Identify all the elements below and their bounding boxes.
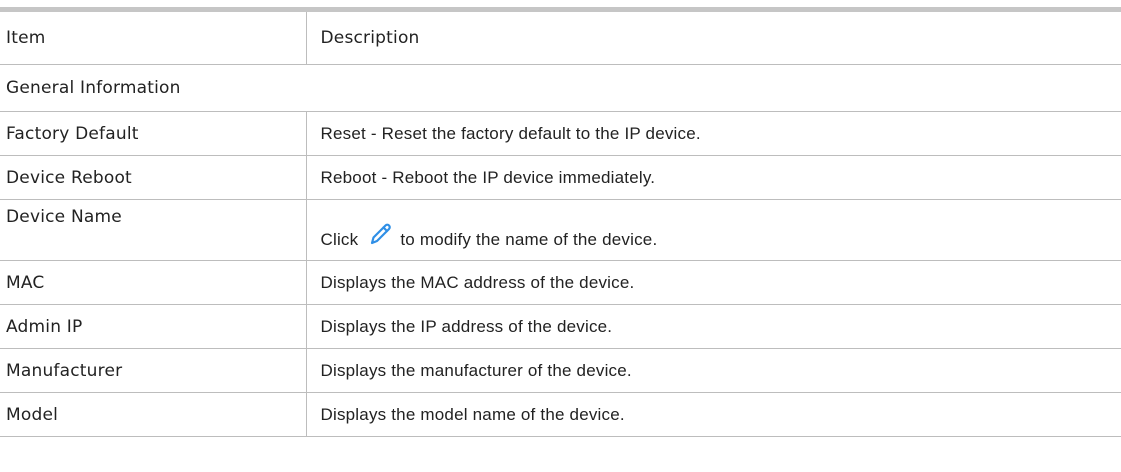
item-cell: Device Name — [0, 199, 307, 261]
table-header-row: Item Description — [0, 7, 1121, 65]
item-cell: Admin IP — [0, 304, 307, 349]
section-title: General Information — [0, 64, 1121, 112]
item-cell: MAC — [0, 260, 307, 305]
description-cell: Displays the IP address of the device. — [306, 304, 1121, 349]
item-cell: Model — [0, 392, 307, 437]
description-cell: Displays the manufacturer of the device. — [306, 348, 1121, 393]
description-cell: Displays the model name of the device. — [306, 392, 1121, 437]
table-row: Device Name Click to modify the name of … — [0, 199, 1121, 261]
spec-table-container: Item Description General Information Fac… — [0, 7, 1121, 437]
header-description: Description — [306, 7, 1121, 65]
table-row: Factory Default Reset - Reset the factor… — [0, 111, 1121, 156]
item-cell: Factory Default — [0, 111, 307, 156]
description-text-after: to modify the name of the device. — [400, 230, 658, 249]
table-row: Admin IP Displays the IP address of the … — [0, 304, 1121, 349]
pencil-edit-icon — [366, 221, 394, 249]
description-cell: Reboot - Reboot the IP device immediatel… — [306, 155, 1121, 200]
item-cell: Device Reboot — [0, 155, 307, 200]
table-row: Manufacturer Displays the manufacturer o… — [0, 348, 1121, 393]
description-cell: Displays the MAC address of the device. — [306, 260, 1121, 305]
item-cell: Manufacturer — [0, 348, 307, 393]
description-text-before: Click — [320, 230, 359, 249]
description-cell: Reset - Reset the factory default to the… — [306, 111, 1121, 156]
table-row: Model Displays the model name of the dev… — [0, 392, 1121, 437]
description-cell: Click to modify the name of the device. — [306, 199, 1121, 261]
section-row: General Information — [0, 64, 1121, 112]
header-item: Item — [0, 7, 307, 65]
table-row: MAC Displays the MAC address of the devi… — [0, 260, 1121, 305]
spec-table: Item Description General Information Fac… — [0, 7, 1121, 437]
table-row: Device Reboot Reboot - Reboot the IP dev… — [0, 155, 1121, 200]
